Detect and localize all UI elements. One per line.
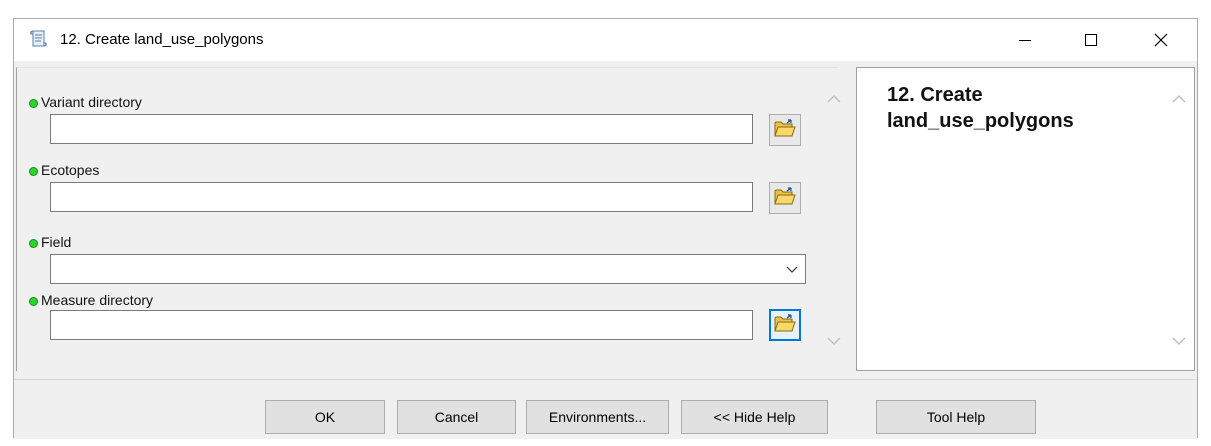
field-dropdown[interactable] bbox=[50, 254, 806, 284]
dialog-body: Variant directory Ecotopes Field Measure… bbox=[14, 61, 1197, 439]
measure-directory-label: Measure directory bbox=[41, 292, 154, 308]
ecotopes-input[interactable] bbox=[50, 182, 753, 212]
tool-dialog: 12. Create land_use_polygons Variant dir… bbox=[13, 18, 1198, 439]
open-folder-icon bbox=[774, 313, 796, 338]
ok-button[interactable]: OK bbox=[265, 400, 385, 434]
maximize-button[interactable] bbox=[1068, 19, 1114, 61]
parameters-pane: Variant directory Ecotopes Field Measure… bbox=[16, 67, 847, 371]
minimize-button[interactable] bbox=[1002, 19, 1048, 61]
required-indicator-icon bbox=[29, 239, 38, 248]
ecotopes-browse-button[interactable] bbox=[769, 182, 801, 214]
cancel-button[interactable]: Cancel bbox=[397, 400, 516, 434]
parameters-scrollbar[interactable] bbox=[821, 68, 847, 371]
ecotopes-label: Ecotopes bbox=[41, 162, 100, 178]
close-icon bbox=[1154, 33, 1168, 47]
help-pane: 12. Create land_use_polygons bbox=[856, 67, 1195, 371]
measure-directory-input[interactable] bbox=[50, 310, 753, 340]
variant-directory-browse-button[interactable] bbox=[769, 114, 801, 146]
chevron-down-icon bbox=[785, 262, 799, 276]
scroll-down-icon[interactable] bbox=[825, 332, 843, 350]
variant-directory-label: Variant directory bbox=[41, 94, 142, 110]
field-label: Field bbox=[41, 234, 72, 250]
scroll-up-icon[interactable] bbox=[1170, 90, 1188, 108]
window-title: 12. Create land_use_polygons bbox=[60, 31, 264, 48]
close-button[interactable] bbox=[1138, 19, 1184, 61]
button-bar: OK Cancel Environments... << Hide Help T… bbox=[14, 379, 1197, 440]
minimize-icon bbox=[1018, 33, 1032, 47]
help-scrollbar[interactable] bbox=[1166, 68, 1192, 370]
required-indicator-icon bbox=[29, 167, 38, 176]
variant-directory-input[interactable] bbox=[50, 114, 753, 144]
scroll-down-icon[interactable] bbox=[1170, 332, 1188, 350]
maximize-icon bbox=[1084, 33, 1098, 47]
open-folder-icon bbox=[774, 118, 796, 143]
hide-help-button[interactable]: << Hide Help bbox=[681, 400, 828, 434]
measure-directory-browse-button[interactable] bbox=[769, 309, 801, 341]
scroll-up-icon[interactable] bbox=[825, 90, 843, 108]
required-indicator-icon bbox=[29, 99, 38, 108]
required-indicator-icon bbox=[29, 297, 38, 306]
environments-button[interactable]: Environments... bbox=[526, 400, 669, 434]
help-title: 12. Create land_use_polygons bbox=[887, 84, 1074, 132]
title-bar[interactable]: 12. Create land_use_polygons bbox=[14, 19, 1197, 61]
open-folder-icon bbox=[774, 186, 796, 211]
tool-help-button[interactable]: Tool Help bbox=[876, 400, 1036, 434]
python-script-icon bbox=[30, 29, 48, 49]
